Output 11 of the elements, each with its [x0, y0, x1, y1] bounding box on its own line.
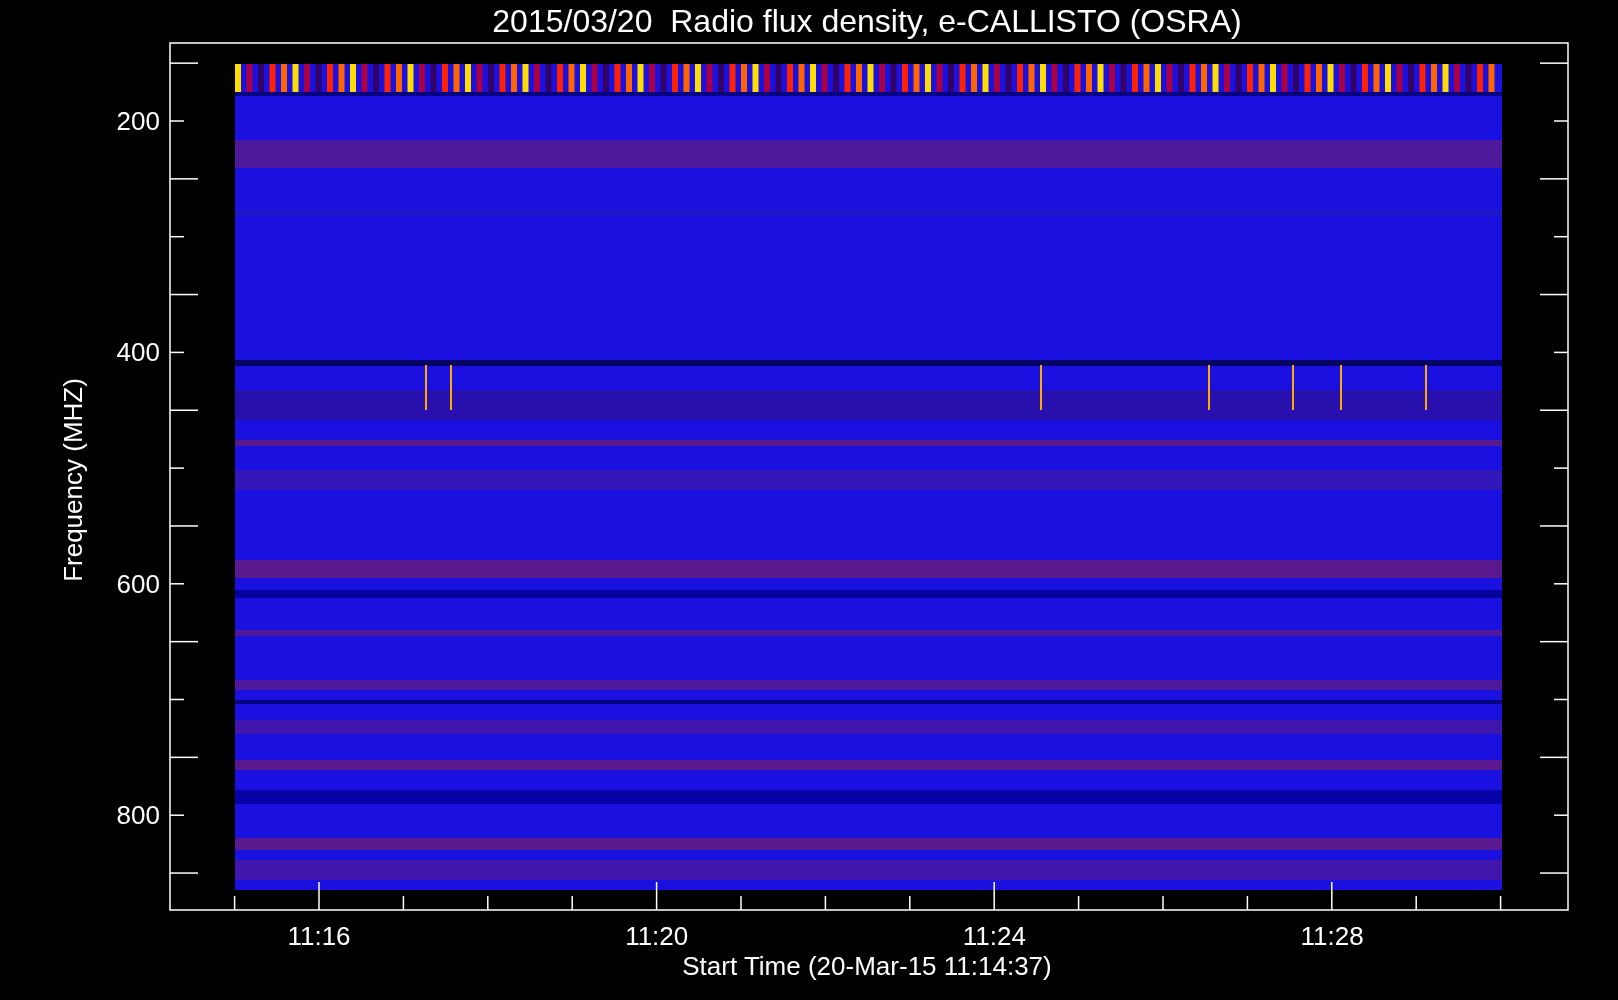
x-tick-label: 11:16	[287, 921, 351, 951]
y-tick-label: 600	[116, 568, 160, 599]
y-tick-label: 400	[116, 337, 160, 368]
x-tick-label: 11:28	[1300, 921, 1364, 951]
x-tick-label: 11:20	[625, 921, 689, 951]
y-axis-label: Frequency (MHZ)	[58, 378, 88, 582]
x-axis-label: Start Time (20-Mar-15 11:14:37)	[682, 951, 1052, 981]
y-tick-label: 200	[116, 106, 160, 136]
y-tick-label: 800	[116, 800, 160, 831]
chart-title: 2015/03/20 Radio flux density, e-CALLISTO (OSRA)	[492, 3, 1242, 39]
x-tick-label: 11:24	[962, 921, 1026, 951]
